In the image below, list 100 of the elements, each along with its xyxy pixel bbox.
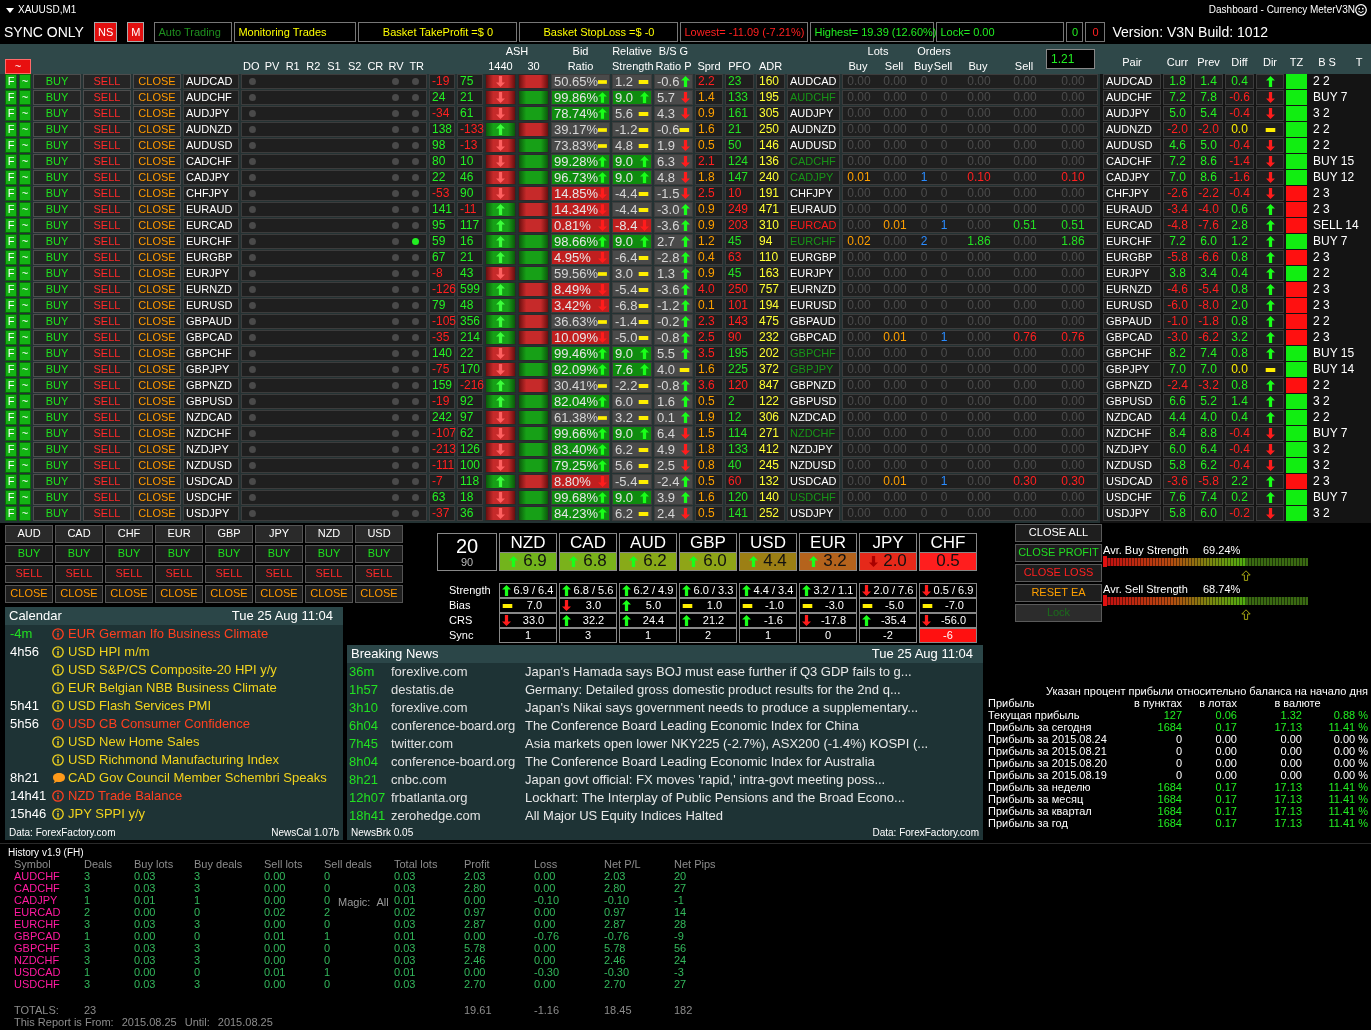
sell-button[interactable]: SELL: [83, 330, 131, 345]
currency-button[interactable]: EUR: [155, 525, 203, 543]
close-button[interactable]: CLOSE: [133, 362, 181, 377]
filter-button[interactable]: F: [5, 186, 17, 201]
buy-button[interactable]: BUY: [33, 154, 81, 169]
buy-button[interactable]: BUY: [33, 474, 81, 489]
mode-button[interactable]: ~: [19, 90, 31, 105]
close-button[interactable]: CLOSE: [133, 138, 181, 153]
sell-button[interactable]: SELL: [355, 565, 403, 583]
buy-button[interactable]: BUY: [33, 218, 81, 233]
filter-button[interactable]: F: [5, 474, 17, 489]
close-button[interactable]: CLOSE: [133, 442, 181, 457]
sell-button[interactable]: SELL: [305, 565, 353, 583]
buy-button[interactable]: BUY: [33, 202, 81, 217]
sell-button[interactable]: SELL: [83, 282, 131, 297]
buy-button[interactable]: BUY: [255, 545, 303, 563]
close-button[interactable]: CLOSE: [55, 585, 103, 603]
buy-button[interactable]: BUY: [33, 458, 81, 473]
buy-button[interactable]: BUY: [33, 106, 81, 121]
filter-button[interactable]: F: [5, 154, 17, 169]
sell-button[interactable]: SELL: [83, 506, 131, 521]
sell-button[interactable]: SELL: [83, 218, 131, 233]
buy-button[interactable]: BUY: [155, 545, 203, 563]
close-button[interactable]: CLOSE: [133, 330, 181, 345]
mode-button[interactable]: ~: [19, 474, 31, 489]
filter-button[interactable]: F: [5, 346, 17, 361]
buy-button[interactable]: BUY: [33, 282, 81, 297]
mode-button[interactable]: ~: [19, 346, 31, 361]
sell-button[interactable]: SELL: [105, 565, 153, 583]
close-button[interactable]: CLOSE: [133, 378, 181, 393]
buy-button[interactable]: BUY: [33, 250, 81, 265]
mode-button[interactable]: ~: [19, 442, 31, 457]
buy-button[interactable]: BUY: [33, 90, 81, 105]
sell-button[interactable]: SELL: [83, 298, 131, 313]
buy-button[interactable]: BUY: [105, 545, 153, 563]
sell-button[interactable]: SELL: [5, 565, 53, 583]
sell-button[interactable]: SELL: [83, 234, 131, 249]
mode-button[interactable]: ~: [19, 202, 31, 217]
sell-button[interactable]: SELL: [83, 202, 131, 217]
buy-button[interactable]: BUY: [33, 186, 81, 201]
mode-button[interactable]: ~: [19, 154, 31, 169]
mode-button[interactable]: ~: [19, 266, 31, 281]
mode-button[interactable]: ~: [19, 490, 31, 505]
close-button[interactable]: CLOSE: [133, 474, 181, 489]
sell-button[interactable]: SELL: [83, 106, 131, 121]
filter-button[interactable]: F: [5, 138, 17, 153]
filter-button[interactable]: F: [5, 506, 17, 521]
currency-button[interactable]: CHF: [105, 525, 153, 543]
close-button[interactable]: CLOSE: [133, 122, 181, 137]
sell-button[interactable]: SELL: [83, 90, 131, 105]
mode-button[interactable]: ~: [19, 506, 31, 521]
action-button[interactable]: CLOSE ALL: [1015, 524, 1102, 542]
buy-button[interactable]: BUY: [33, 362, 81, 377]
buy-button[interactable]: BUY: [33, 506, 81, 521]
filter-button[interactable]: F: [5, 458, 17, 473]
mode-button[interactable]: ~: [19, 282, 31, 297]
filter-button[interactable]: F: [5, 378, 17, 393]
action-button[interactable]: RESET EA: [1015, 584, 1102, 602]
buy-button[interactable]: BUY: [355, 545, 403, 563]
close-button[interactable]: CLOSE: [133, 90, 181, 105]
buy-button[interactable]: BUY: [33, 426, 81, 441]
currency-button[interactable]: GBP: [205, 525, 253, 543]
filter-button[interactable]: F: [5, 314, 17, 329]
buy-button[interactable]: BUY: [33, 122, 81, 137]
mode-button[interactable]: ~: [19, 106, 31, 121]
filter-button[interactable]: F: [5, 330, 17, 345]
buy-button[interactable]: BUY: [33, 378, 81, 393]
buy-button[interactable]: BUY: [305, 545, 353, 563]
close-button[interactable]: CLOSE: [133, 74, 181, 89]
close-button[interactable]: CLOSE: [133, 490, 181, 505]
close-button[interactable]: CLOSE: [205, 585, 253, 603]
buy-button[interactable]: BUY: [5, 545, 53, 563]
close-button[interactable]: CLOSE: [133, 458, 181, 473]
close-button[interactable]: CLOSE: [133, 282, 181, 297]
close-button[interactable]: CLOSE: [133, 410, 181, 425]
buy-button[interactable]: BUY: [33, 410, 81, 425]
toggle-button[interactable]: M: [127, 22, 145, 42]
mode-button[interactable]: ~: [19, 362, 31, 377]
currency-button[interactable]: AUD: [5, 525, 53, 543]
close-button[interactable]: CLOSE: [255, 585, 303, 603]
filter-button[interactable]: F: [5, 106, 17, 121]
buy-button[interactable]: BUY: [33, 314, 81, 329]
sell-button[interactable]: SELL: [83, 122, 131, 137]
sell-button[interactable]: SELL: [83, 138, 131, 153]
mode-button[interactable]: ~: [19, 74, 31, 89]
sell-button[interactable]: SELL: [83, 250, 131, 265]
sell-button[interactable]: SELL: [83, 458, 131, 473]
currency-button[interactable]: CAD: [55, 525, 103, 543]
close-button[interactable]: CLOSE: [355, 585, 403, 603]
filter-button[interactable]: F: [5, 250, 17, 265]
mode-button[interactable]: ~: [19, 410, 31, 425]
filter-button[interactable]: F: [5, 202, 17, 217]
close-button[interactable]: CLOSE: [133, 314, 181, 329]
buy-button[interactable]: BUY: [33, 170, 81, 185]
sell-button[interactable]: SELL: [83, 74, 131, 89]
buy-button[interactable]: BUY: [33, 74, 81, 89]
close-button[interactable]: CLOSE: [133, 426, 181, 441]
filter-button[interactable]: F: [5, 122, 17, 137]
close-button[interactable]: CLOSE: [133, 234, 181, 249]
filter-button[interactable]: F: [5, 74, 17, 89]
